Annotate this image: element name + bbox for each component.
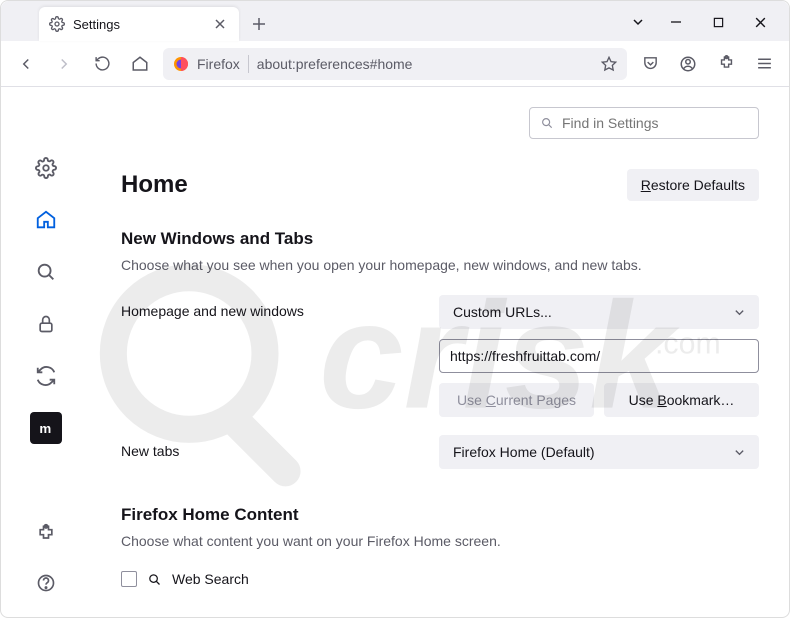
svg-text:m: m xyxy=(39,421,51,436)
newtabs-label: New tabs xyxy=(121,435,419,459)
tab-bar: Settings xyxy=(1,1,789,41)
address-url: about:preferences#home xyxy=(257,56,593,72)
chevron-down-icon xyxy=(734,307,745,318)
sidebar: m xyxy=(1,87,91,619)
forward-button[interactable] xyxy=(49,49,79,79)
gear-icon xyxy=(49,16,65,32)
chevron-down-icon xyxy=(734,447,745,458)
find-input[interactable] xyxy=(562,115,748,131)
restore-defaults-button[interactable]: Restore Defaults xyxy=(627,169,759,201)
websearch-row[interactable]: Web Search xyxy=(121,571,759,587)
use-bookmark-button[interactable]: Use Bookmark… xyxy=(604,383,759,417)
firefox-logo-icon xyxy=(173,56,189,72)
divider xyxy=(248,55,249,73)
maximize-button[interactable] xyxy=(697,7,739,37)
sidebar-extensions[interactable] xyxy=(30,517,62,549)
section-home-content-desc: Choose what content you want on your Fir… xyxy=(121,533,759,549)
search-icon xyxy=(147,572,162,587)
tabs-overflow-button[interactable] xyxy=(621,7,655,37)
websearch-label: Web Search xyxy=(172,571,249,587)
dropdown-value: Custom URLs... xyxy=(453,304,552,320)
new-tab-button[interactable] xyxy=(245,10,273,38)
use-current-pages-button[interactable]: Use Current Pages xyxy=(439,383,594,417)
dropdown-value: Firefox Home (Default) xyxy=(453,444,595,460)
page-title: Home xyxy=(121,171,188,199)
section-new-windows-desc: Choose what you see when you open your h… xyxy=(121,257,759,273)
extensions-button[interactable] xyxy=(711,49,741,79)
sidebar-search[interactable] xyxy=(30,256,62,288)
homepage-mode-dropdown[interactable]: Custom URLs... xyxy=(439,295,759,329)
main-panel: Home Restore Defaults New Windows and Ta… xyxy=(91,87,789,619)
search-icon xyxy=(540,116,554,130)
account-button[interactable] xyxy=(673,49,703,79)
sidebar-more[interactable]: m xyxy=(30,412,62,444)
section-home-content-title: Firefox Home Content xyxy=(121,505,759,525)
bookmark-star-icon[interactable] xyxy=(601,56,617,72)
newtabs-dropdown[interactable]: Firefox Home (Default) xyxy=(439,435,759,469)
reload-button[interactable] xyxy=(87,49,117,79)
home-button[interactable] xyxy=(125,49,155,79)
address-brand: Firefox xyxy=(197,56,240,72)
tab-title: Settings xyxy=(73,17,203,32)
sidebar-help[interactable] xyxy=(30,567,62,599)
back-button[interactable] xyxy=(11,49,41,79)
window-controls xyxy=(621,7,781,37)
menu-button[interactable] xyxy=(749,49,779,79)
find-in-settings[interactable] xyxy=(529,107,759,139)
homepage-url-input[interactable] xyxy=(439,339,759,373)
sidebar-general[interactable] xyxy=(30,152,62,184)
nav-bar: Firefox about:preferences#home xyxy=(1,41,789,87)
sidebar-privacy[interactable] xyxy=(30,308,62,340)
pocket-button[interactable] xyxy=(635,49,665,79)
minimize-button[interactable] xyxy=(655,7,697,37)
sidebar-home[interactable] xyxy=(30,204,62,236)
websearch-checkbox[interactable] xyxy=(121,571,137,587)
browser-tab[interactable]: Settings xyxy=(39,7,239,41)
section-new-windows-title: New Windows and Tabs xyxy=(121,229,759,249)
sidebar-sync[interactable] xyxy=(30,360,62,392)
address-bar[interactable]: Firefox about:preferences#home xyxy=(163,48,627,80)
homepage-label: Homepage and new windows xyxy=(121,295,419,319)
close-tab-icon[interactable] xyxy=(211,15,229,33)
content-area: crisk.com m xyxy=(1,87,789,619)
close-window-button[interactable] xyxy=(739,7,781,37)
